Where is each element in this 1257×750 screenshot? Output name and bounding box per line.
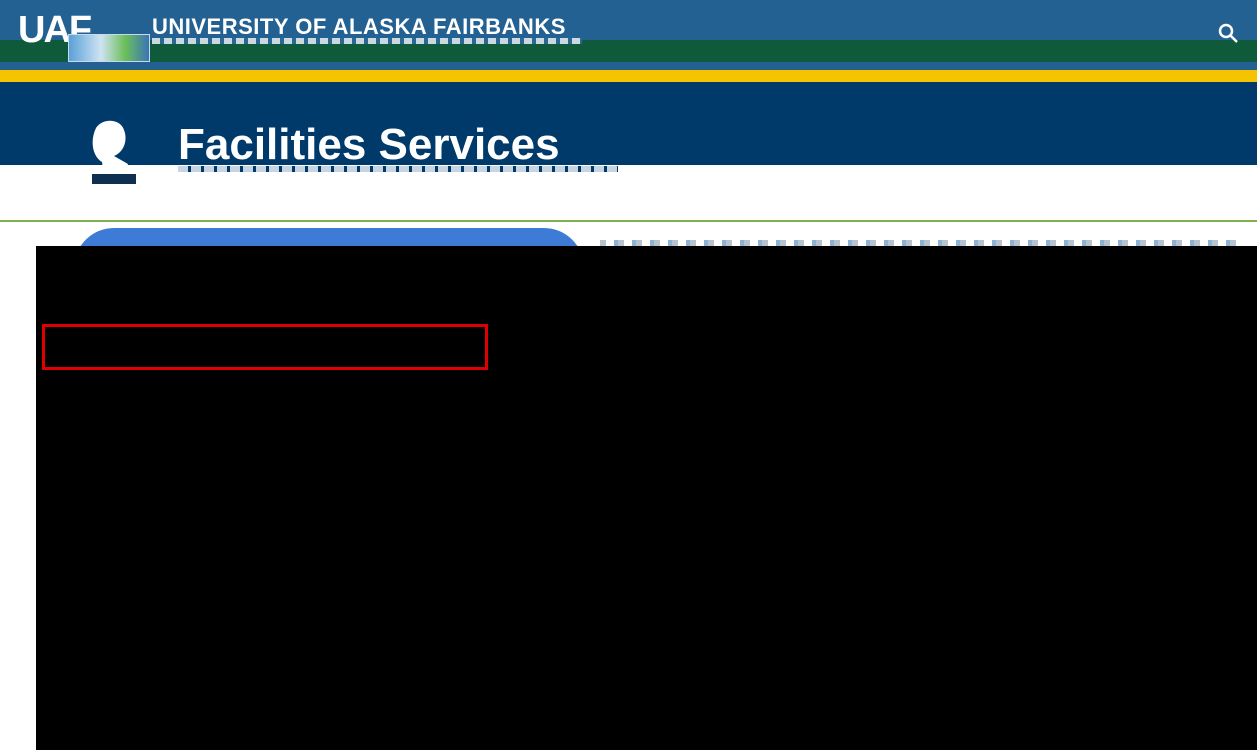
highlight-box <box>42 324 488 370</box>
occluded-content-area <box>36 246 1257 750</box>
search-icon[interactable] <box>1217 22 1239 50</box>
title-underline <box>178 166 618 172</box>
university-subtitle-strip <box>152 38 582 44</box>
university-name-link[interactable]: UNIVERSITY OF ALASKA FAIRBANKS <box>152 14 566 40</box>
section-divider <box>0 220 1257 222</box>
seal-icon <box>84 118 142 186</box>
left-gutter <box>0 246 36 750</box>
university-top-bar: UAF UNIVERSITY OF ALASKA FAIRBANKS <box>0 0 1257 82</box>
gold-stripe <box>0 70 1257 82</box>
uaf-logo[interactable]: UAF <box>18 10 150 62</box>
logo-image-icon <box>68 34 150 62</box>
page-title[interactable]: Facilities Services <box>178 122 560 168</box>
